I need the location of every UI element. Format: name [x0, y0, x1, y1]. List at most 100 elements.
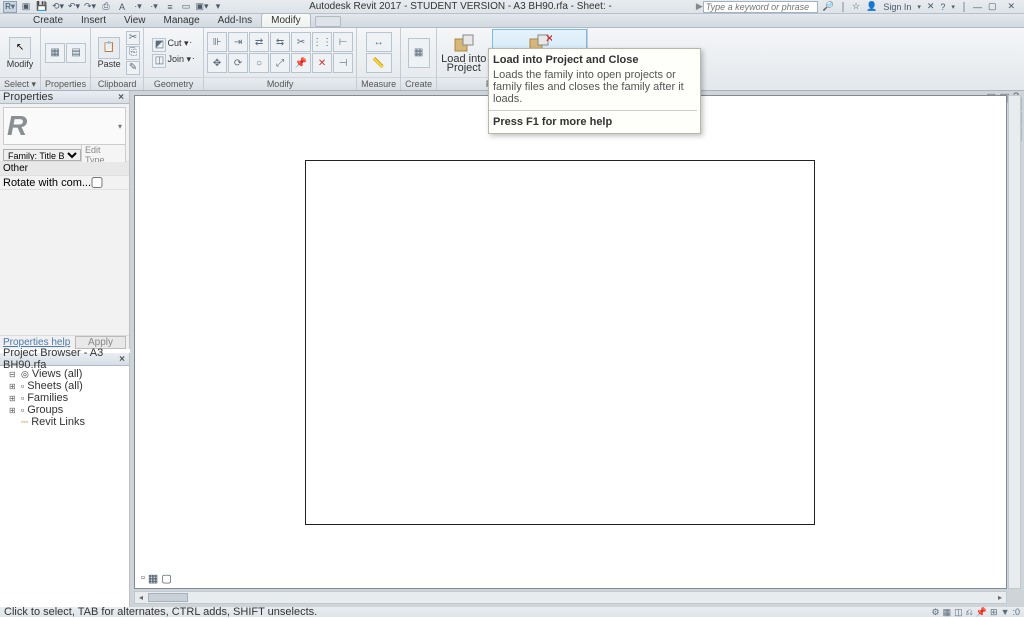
project-browser-palette: Project Browser - A3 BH90.rfa × ⊟◎Views … — [0, 353, 130, 607]
tab-manage[interactable]: Manage — [155, 14, 209, 27]
switch-icon[interactable]: ▣▾ — [195, 1, 209, 13]
undo-icon[interactable]: ↶▾ — [67, 1, 81, 13]
vertical-scrollbar[interactable] — [1008, 95, 1021, 589]
ribbon-group-create: ▦ Create — [401, 28, 437, 90]
spacer2-icon[interactable]: ·▾ — [147, 1, 161, 13]
scale-control[interactable]: ▫ — [141, 572, 145, 585]
close-button[interactable]: ✕ — [1001, 1, 1021, 12]
worksets-icon[interactable]: ⚙ — [931, 607, 939, 618]
properties-icon[interactable]: ▦ — [45, 43, 65, 63]
modify-tool-button[interactable]: ↖ Modify — [5, 35, 35, 71]
ribbon-tabs: Create Insert View Manage Add-Ins Modify — [0, 14, 1024, 28]
pin-icon[interactable]: 📌 — [291, 53, 311, 73]
save-icon[interactable]: 💾 — [35, 1, 49, 13]
measure-icon[interactable]: 📏 — [366, 53, 392, 73]
lookup-icon[interactable]: 🔎 — [822, 1, 835, 12]
search-input[interactable] — [703, 1, 818, 13]
project-browser-tree[interactable]: ⊟◎Views (all) ⊞▫Sheets (all) ⊞▫Families … — [0, 366, 129, 430]
app-menu-button[interactable]: R▾ — [3, 1, 17, 13]
align-icon[interactable]: ⊪ — [207, 32, 227, 52]
scroll-right-icon[interactable]: ▸ — [994, 592, 1006, 603]
align-icon[interactable]: ≡ — [163, 1, 177, 13]
scroll-thumb[interactable] — [148, 593, 188, 602]
tab-create[interactable]: Create — [24, 14, 72, 27]
tree-node-views[interactable]: ⊟◎Views (all) — [3, 368, 126, 380]
filter-icon[interactable]: ▼ — [1001, 607, 1010, 618]
visual-style-icon[interactable]: ▢ — [161, 572, 171, 585]
measure-icon[interactable]: A — [115, 1, 129, 13]
dimension-icon[interactable]: ↔ — [366, 32, 392, 52]
drawing-canvas[interactable]: ▫ ▦ ▢ — [134, 95, 1007, 589]
sync-icon[interactable]: ⟲▾ — [51, 1, 65, 13]
cut-icon[interactable]: ✂ — [126, 31, 140, 45]
project-browser-close-icon[interactable]: × — [118, 354, 126, 365]
tab-view[interactable]: View — [115, 14, 155, 27]
family-select[interactable]: Family: Title Blocks — [3, 149, 81, 161]
maximize-button[interactable]: ▢ — [987, 1, 998, 12]
join-geometry-button[interactable]: ◫Join ▾· — [152, 54, 194, 68]
tab-modify[interactable]: Modify — [261, 13, 310, 27]
drawing-area-wrap: — ▢ ▣ ? ▫ ▦ ▢ ⊚ 🔍 ✥ ◂ ▸ — [130, 91, 1024, 607]
tree-node-sheets[interactable]: ⊞▫Sheets (all) — [3, 380, 126, 392]
create-group-icon[interactable]: ▦ — [408, 38, 430, 68]
copy-icon[interactable]: ⎘ — [126, 46, 140, 60]
copy-move-icon[interactable]: ○ — [249, 53, 269, 73]
window-icon[interactable]: ▭ — [179, 1, 193, 13]
status-bar: Click to select, TAB for alternates, CTR… — [0, 607, 1024, 617]
star-icon[interactable]: ☆ — [851, 1, 861, 12]
mirror-axis-icon[interactable]: ⇄ — [249, 32, 269, 52]
cut-geometry-button[interactable]: ◩Cut ▾· — [152, 38, 194, 52]
mirror-draw-icon[interactable]: ⇆ — [270, 32, 290, 52]
delete-icon[interactable]: ✕ — [312, 53, 332, 73]
properties-close-icon[interactable]: × — [116, 92, 126, 103]
scroll-left-icon[interactable]: ◂ — [135, 592, 147, 603]
tooltip: Load into Project and Close Loads the fa… — [488, 48, 701, 134]
tree-node-families[interactable]: ⊞▫Families — [3, 392, 126, 404]
rotate-icon[interactable]: ⟳ — [228, 53, 248, 73]
signin-icon[interactable]: 👤 — [865, 1, 878, 12]
minimize-button[interactable]: — — [972, 2, 983, 12]
array-icon[interactable]: ⋮⋮ — [312, 32, 332, 52]
ribbon-minimize-toggle[interactable] — [315, 16, 341, 27]
tab-addins[interactable]: Add-Ins — [209, 14, 261, 27]
select-elements-icon[interactable]: ⊞ — [990, 607, 998, 618]
qat-dropdown-icon[interactable]: ▾ — [211, 1, 225, 13]
filter-count: :0 — [1012, 607, 1020, 618]
move-icon[interactable]: ✥ — [207, 53, 227, 73]
window-title: Autodesk Revit 2017 - STUDENT VERSION - … — [225, 1, 696, 12]
spacer-icon[interactable]: ·▾ — [131, 1, 145, 13]
signin-label[interactable]: Sign In — [882, 2, 912, 12]
match-icon[interactable]: ✎ — [126, 61, 140, 75]
help-icon[interactable]: ? — [939, 2, 946, 12]
split-icon[interactable]: ✂ — [291, 32, 311, 52]
select-pinned-icon[interactable]: 📌 — [976, 607, 987, 618]
offset-icon[interactable]: ⇥ — [228, 32, 248, 52]
rotate-checkbox[interactable] — [91, 177, 103, 188]
view-control-bar: ▫ ▦ ▢ — [141, 572, 172, 585]
print-icon[interactable]: ⎙ — [99, 1, 113, 13]
type-properties-icon[interactable]: ▤ — [66, 43, 86, 63]
scale-icon[interactable]: ⤢ — [270, 53, 290, 73]
detail-level-icon[interactable]: ▦ — [148, 572, 158, 585]
redo-icon[interactable]: ↷▾ — [83, 1, 97, 13]
exchange-icon[interactable]: ✕ — [926, 1, 936, 12]
tooltip-body: Loads the family into open projects or f… — [493, 69, 693, 105]
editable-only-icon[interactable]: ▦ — [943, 607, 952, 618]
type-selector[interactable]: R ▾ — [3, 107, 126, 145]
open-icon[interactable]: ▣ — [19, 1, 33, 13]
titlebar-right: 🔎 ☆ 👤 Sign In ▾ ✕ ? ▾ — ▢ ✕ — [822, 1, 1021, 12]
tree-node-groups[interactable]: ⊞▫Groups — [3, 404, 126, 416]
extend-icon[interactable]: ⊣ — [333, 53, 353, 73]
trim-icon[interactable]: ⊢ — [333, 32, 353, 52]
ribbon-group-measure: ↔ 📏 Measure — [357, 28, 401, 90]
horizontal-scrollbar[interactable]: ◂ ▸ — [134, 591, 1007, 604]
tab-insert[interactable]: Insert — [72, 14, 115, 27]
svg-text:✕: ✕ — [545, 33, 552, 45]
ribbon-group-clipboard: 📋 Paste ✂ ⎘ ✎ Clipboard — [91, 28, 144, 90]
select-links-icon[interactable]: ⎌ — [966, 607, 973, 618]
paste-button[interactable]: 📋 Paste — [94, 35, 124, 71]
load-into-project-button[interactable]: Load intoProject — [437, 29, 490, 76]
project-browser-header: Project Browser - A3 BH90.rfa × — [0, 353, 129, 366]
tree-node-revit-links[interactable]: ⎓Revit Links — [3, 416, 126, 428]
design-options-icon[interactable]: ◫ — [954, 607, 963, 618]
